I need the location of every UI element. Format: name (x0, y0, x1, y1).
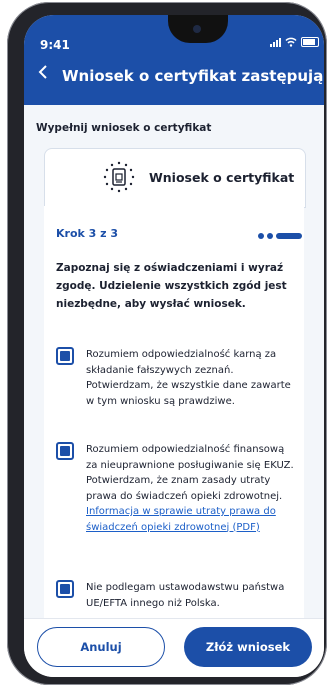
camera-notch (168, 15, 228, 43)
card-title: Wniosek o certyfikat (149, 170, 295, 185)
action-footer: Anuluj Złóż wniosek (24, 618, 324, 677)
consent-checkbox-2[interactable] (56, 442, 74, 460)
form-content: Krok 3 z 3 Zapoznaj się z oświadczeniami… (44, 206, 304, 626)
consent-checkbox-1[interactable] (56, 347, 74, 365)
step-progress (258, 233, 302, 239)
app-header: 9:41 Wniosek o certyfikat zastępujący (24, 15, 324, 105)
consent-text-3: Nie podlegam ustawodawstwu państwa UE/EF… (86, 582, 285, 609)
consent-intro: Zapoznaj się z oświadczeniami i wyraź zg… (56, 262, 287, 310)
eu-document-icon (103, 161, 135, 193)
submit-button[interactable]: Złóż wniosek (184, 627, 312, 667)
phone-frame: 9:41 Wniosek o certyfikat zastępujący Wy… (7, 2, 327, 685)
status-icons (270, 35, 319, 49)
app-screen: 9:41 Wniosek o certyfikat zastępujący Wy… (24, 15, 324, 677)
chevron-left-icon (38, 65, 47, 79)
consent-text-2-wrapper: Rozumiem odpowiedzialność finansową za n… (86, 442, 296, 535)
form-subtitle: Wypełnij wniosek o certyfikat (36, 122, 212, 134)
battery-icon (301, 37, 319, 47)
consent-text-2: Rozumiem odpowiedzialność finansową za n… (86, 444, 294, 502)
consent-text-1: Rozumiem odpowiedzialność karną za skład… (86, 349, 291, 407)
page-title: Wniosek o certyfikat zastępujący (62, 67, 324, 85)
signal-icon (270, 37, 281, 47)
back-button[interactable] (38, 63, 48, 84)
form-card-header: Wniosek o certyfikat (44, 148, 306, 208)
wifi-icon (285, 37, 297, 47)
camera-icon (193, 25, 201, 33)
pdf-info-link[interactable]: Informacja w sprawie utraty prawa do świ… (86, 504, 296, 535)
step-dot-2 (267, 233, 273, 239)
step-dot-current (276, 233, 302, 239)
status-time: 9:41 (40, 38, 70, 52)
step-label: Krok 3 z 3 (56, 227, 119, 240)
cancel-button[interactable]: Anuluj (37, 627, 165, 667)
step-dot-1 (258, 233, 264, 239)
consent-checkbox-3[interactable] (56, 580, 74, 598)
